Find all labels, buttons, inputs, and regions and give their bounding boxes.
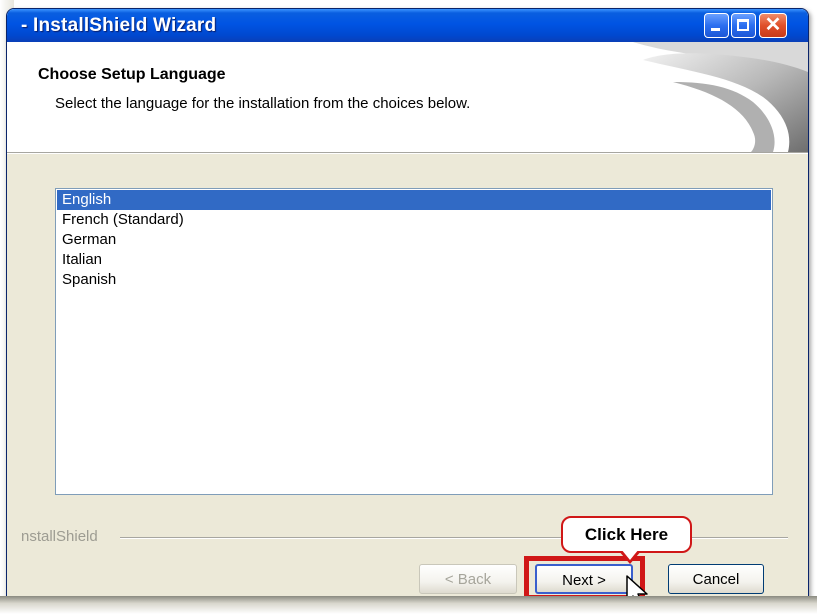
header-divider xyxy=(7,153,808,154)
language-option-spanish[interactable]: Spanish xyxy=(57,270,771,290)
screen-background-bottom xyxy=(0,596,817,614)
installshield-banner-art xyxy=(633,42,808,152)
language-listbox[interactable]: English French (Standard) German Italian… xyxy=(55,188,773,495)
minimize-button[interactable] xyxy=(704,13,729,38)
language-option-french[interactable]: French (Standard) xyxy=(57,210,771,230)
language-option-german[interactable]: German xyxy=(57,230,771,250)
maximize-icon xyxy=(737,19,749,31)
page-subtitle: Select the language for the installation… xyxy=(55,95,471,112)
wizard-header: Choose Setup Language Select the languag… xyxy=(7,42,808,153)
language-option-italian[interactable]: Italian xyxy=(57,250,771,270)
cancel-button[interactable]: Cancel xyxy=(668,564,764,594)
installshield-brand-label: nstallShield xyxy=(21,528,98,545)
installshield-wizard-window: - InstallShield Wizard ✕ Choose Setup La… xyxy=(6,8,809,600)
minimize-icon xyxy=(711,28,720,31)
click-here-callout: Click Here xyxy=(561,516,692,553)
maximize-button[interactable] xyxy=(731,13,756,38)
close-icon: ✕ xyxy=(764,14,782,36)
title-bar[interactable]: - InstallShield Wizard ✕ xyxy=(7,9,808,42)
back-button[interactable]: < Back xyxy=(419,564,517,594)
language-option-english[interactable]: English xyxy=(57,190,771,210)
page-title: Choose Setup Language xyxy=(38,66,226,83)
close-button[interactable]: ✕ xyxy=(759,13,787,38)
callout-tail-fill xyxy=(621,549,639,560)
window-title: - InstallShield Wizard xyxy=(21,15,217,36)
